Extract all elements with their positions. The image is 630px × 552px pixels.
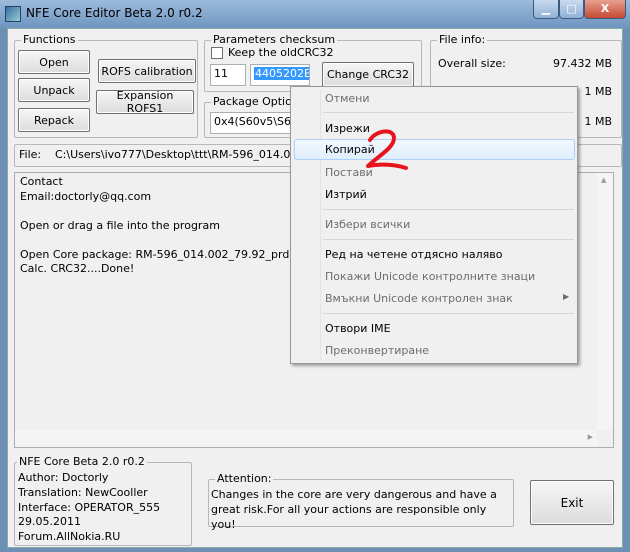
menu-item-open-ime[interactable]: Отвори IME	[325, 322, 391, 335]
functions-legend: Functions	[21, 33, 78, 46]
log-line: Calc. CRC32....Done!	[20, 262, 135, 275]
log-line: Email:doctorly@qq.com	[20, 189, 152, 203]
about-text: Author: Doctorly Translation: NewCooller…	[18, 471, 160, 545]
annotation-number-2	[366, 129, 408, 170]
submenu-arrow-icon: ▶	[563, 292, 570, 301]
rofs-calibration-button[interactable]: ROFS calibration	[98, 59, 196, 83]
about-line: 29.05.2011	[18, 515, 81, 529]
expansion-rofs1-button[interactable]: Expansion ROFS1	[96, 89, 194, 115]
keep-old-crc-label: Keep the oldCRC32	[228, 46, 334, 59]
menu-separator	[323, 112, 574, 113]
menu-item-delete[interactable]: Изтрий	[325, 188, 367, 201]
vertical-scrollbar[interactable]: ▲	[597, 173, 613, 430]
menu-item-insert-unicode[interactable]: Вмъкни Unicode контролен знак	[325, 292, 513, 305]
menu-item-select-all[interactable]: Избери всички	[325, 218, 410, 231]
log-line: Open or drag a file into the program	[20, 218, 220, 232]
open-button[interactable]: Open	[18, 50, 90, 74]
menu-item-reconversion[interactable]: Преконвертиране	[325, 344, 429, 357]
menu-separator	[323, 313, 574, 314]
minimize-button[interactable]: ▁	[533, 0, 559, 19]
unpack-button[interactable]: Unpack	[18, 78, 90, 102]
about-line: Interface: OPERATOR_555	[18, 500, 161, 514]
menu-item-undo[interactable]: Отмени	[325, 92, 369, 105]
menu-separator	[323, 209, 574, 210]
overall-size-value: 97.432 MB	[552, 57, 612, 70]
menu-item-rtl[interactable]: Ред на четене отдясно наляво	[325, 248, 502, 261]
about-line: Forum.AllNokia.RU	[18, 530, 121, 544]
close-button[interactable]: X	[584, 0, 626, 19]
file-label: File:	[19, 148, 42, 161]
log-content: Contact Email:doctorly@qq.com Open or dr…	[20, 175, 306, 277]
checksum-field[interactable]: 11	[210, 64, 246, 86]
window-title: NFE Core Editor Beta 2.0 r0.2	[26, 6, 203, 20]
scroll-up-icon[interactable]: ▲	[601, 176, 606, 184]
exit-button[interactable]: Exit	[530, 480, 614, 525]
crc32-input[interactable]: 4405202E	[250, 64, 310, 86]
menu-gutter	[320, 89, 321, 361]
file-info-legend: File info:	[437, 33, 488, 46]
repack-button[interactable]: Repack	[18, 108, 90, 132]
title-bar: NFE Core Editor Beta 2.0 r0.2 ▁ □ X	[0, 0, 630, 28]
package-options-legend: Package Optio	[211, 95, 294, 108]
about-legend: NFE Core Beta 2.0 r0.2	[17, 455, 147, 468]
log-line: Open Core package: RM-596_014.002_79.92_…	[20, 247, 306, 261]
scroll-right-icon[interactable]: ▶	[588, 433, 593, 441]
menu-item-show-unicode[interactable]: Покажи Unicode контролните знаци	[325, 270, 535, 283]
horizontal-scrollbar[interactable]: ▶	[15, 430, 597, 447]
menu-separator	[323, 239, 574, 240]
file-info-value-3: 1 MB	[584, 115, 612, 128]
about-line: Translation: NewCooller	[18, 485, 148, 499]
app-icon	[5, 6, 21, 22]
overall-size-label: Overall size:	[438, 57, 506, 70]
checksum-legend: Parameters checksum	[211, 33, 338, 46]
log-line: Contact	[20, 175, 63, 188]
maximize-button[interactable]: □	[559, 0, 584, 19]
file-path: C:\Users\ivo777\Desktop\ttt\RM-596_014.0…	[55, 148, 298, 161]
change-crc32-button[interactable]: Change CRC32	[322, 62, 414, 87]
file-info-value-2: 1 MB	[584, 85, 612, 98]
crc32-selected-text: 4405202E	[254, 67, 310, 80]
about-line: Author: Doctorly	[18, 471, 109, 484]
attention-legend: Attention:	[215, 472, 274, 485]
attention-text: Changes in the core are very dangerous a…	[211, 488, 497, 531]
keep-old-crc-checkbox[interactable]	[211, 47, 223, 59]
